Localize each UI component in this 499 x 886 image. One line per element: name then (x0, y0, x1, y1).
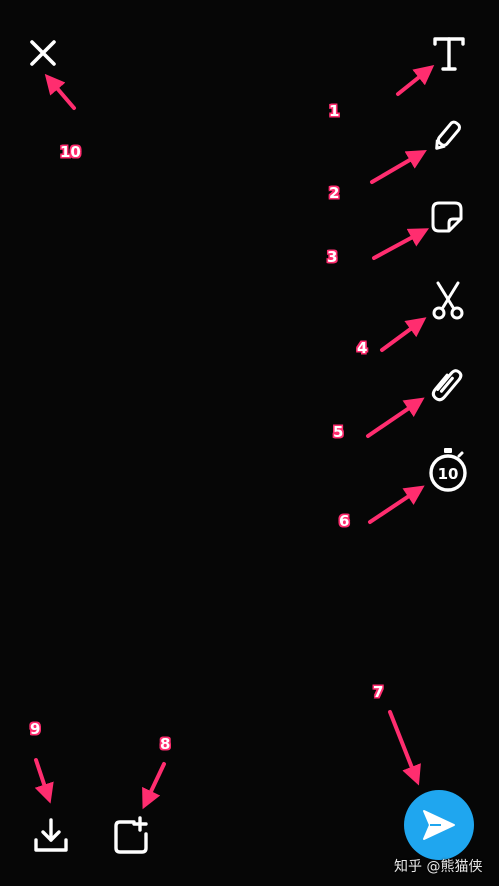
pencil-tool-button[interactable] (428, 116, 466, 156)
snap-editor-screen: 10 1 2 3 4 5 6 7 8 9 10 知乎 @熊猫侠 (0, 0, 499, 886)
timer-icon: 10 (429, 448, 467, 492)
download-icon (34, 818, 68, 852)
text-icon (433, 37, 465, 71)
arrow-10 (44, 73, 76, 110)
arrow-3 (372, 228, 430, 260)
annotation-label-3: 3 (327, 248, 338, 266)
annotation-label-6: 6 (339, 512, 350, 530)
annotation-arrows (34, 65, 435, 810)
annotation-label-7: 7 (373, 683, 384, 701)
add-story-icon (114, 816, 148, 854)
watermark: 知乎 @熊猫侠 (394, 859, 483, 875)
send-button[interactable] (404, 790, 474, 860)
timer-value: 10 (438, 465, 459, 483)
annotation-label-5: 5 (333, 423, 344, 441)
pencil-icon (435, 120, 461, 150)
close-button[interactable] (26, 36, 60, 70)
scissors-tool-button[interactable] (428, 280, 468, 322)
annotation-label-10: 10 (60, 143, 81, 161)
arrow-1 (396, 65, 435, 96)
timer-button[interactable]: 10 (426, 446, 470, 494)
annotation-label-8: 8 (160, 735, 171, 753)
annotation-label-1: 1 (329, 102, 340, 120)
arrow-6 (368, 485, 425, 524)
annotation-label-4: 4 (357, 339, 368, 357)
arrow-8 (142, 762, 166, 810)
add-to-story-button[interactable] (110, 812, 154, 858)
attach-link-button[interactable] (428, 364, 468, 406)
arrow-2 (370, 149, 427, 184)
text-tool-button[interactable] (430, 34, 468, 74)
arrow-5 (366, 397, 425, 438)
save-button[interactable] (30, 814, 72, 858)
arrow-7 (388, 710, 421, 786)
close-icon (30, 40, 56, 66)
arrow-4 (380, 317, 427, 352)
paperclip-icon (431, 369, 463, 402)
send-icon (423, 810, 455, 840)
sticker-tool-button[interactable] (428, 198, 466, 236)
scissors-icon (432, 281, 464, 320)
annotation-label-2: 2 (329, 184, 340, 202)
annotation-label-9: 9 (30, 720, 41, 738)
arrow-9 (34, 758, 54, 804)
sticker-icon (431, 201, 463, 233)
